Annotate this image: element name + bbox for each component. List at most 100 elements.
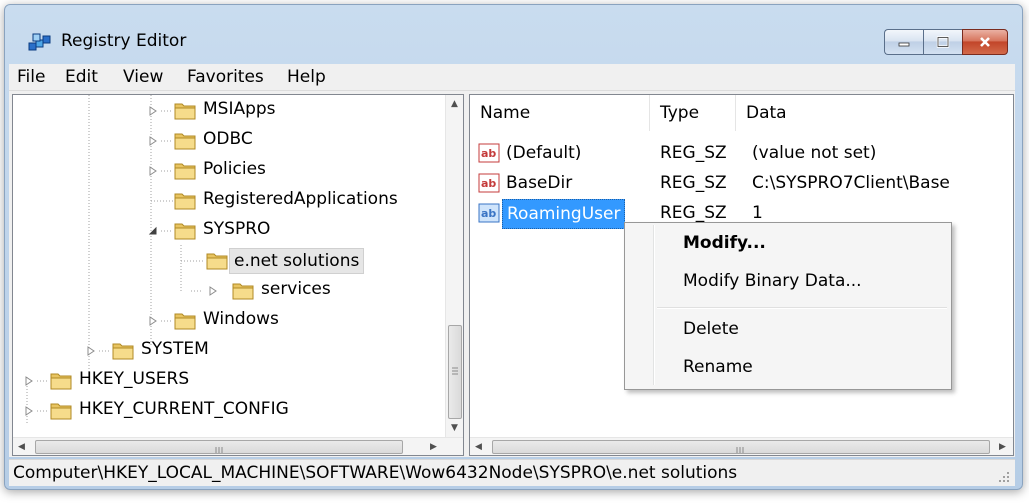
scroll-right-arrow-icon[interactable]: ▶ <box>994 438 1011 455</box>
folder-icon <box>174 193 196 210</box>
close-button[interactable] <box>962 29 1008 55</box>
value-name: RoamingUser <box>502 199 626 229</box>
scrollbar-thumb[interactable] <box>448 325 462 419</box>
tree-item-hkey-current-config[interactable]: HKEY_CURRENT_CONFIG <box>13 397 433 425</box>
menu-item-rename[interactable]: Rename <box>683 353 753 381</box>
tree-item-msiapps[interactable]: MSIApps <box>13 97 433 125</box>
tree-item-label: MSIApps <box>203 99 276 119</box>
value-name: (Default) <box>506 143 582 163</box>
svg-text:ab: ab <box>481 177 496 190</box>
folder-icon <box>206 253 228 270</box>
maximize-button[interactable] <box>923 29 962 55</box>
menu-bar: File Edit View Favorites Help <box>9 64 1015 91</box>
title-bar[interactable]: Registry Editor <box>5 5 1022 61</box>
menu-file[interactable]: File <box>17 67 45 87</box>
column-header-data[interactable]: Data <box>736 95 1013 131</box>
folder-icon <box>174 103 196 120</box>
column-header-type[interactable]: Type <box>650 95 736 131</box>
expand-arrow-icon[interactable] <box>148 136 158 146</box>
folder-icon <box>50 403 72 420</box>
tree-item-system[interactable]: SYSTEM <box>13 337 433 365</box>
tree-item-odbc[interactable]: ODBC <box>13 127 433 155</box>
tree-item-label: HKEY_USERS <box>79 369 190 389</box>
minimize-button[interactable] <box>884 29 923 55</box>
column-header-name[interactable]: Name <box>470 95 650 131</box>
list-row-basedir[interactable]: ab BaseDir REG_SZ C:\SYSPRO7Client\Base <box>470 169 1013 197</box>
context-menu: Modify... Modify Binary Data... Delete R… <box>624 222 952 390</box>
tree-item-label: services <box>261 279 331 299</box>
tree-item-label: e.net solutions <box>229 248 365 274</box>
resize-grip-icon[interactable] <box>997 470 1011 484</box>
scrollbar-thumb[interactable] <box>35 440 403 454</box>
tree-item-services[interactable]: services <box>13 277 433 305</box>
grip-lines-icon <box>452 367 458 375</box>
expand-arrow-icon[interactable] <box>24 376 34 386</box>
collapse-arrow-icon[interactable] <box>148 226 158 236</box>
expand-arrow-icon[interactable] <box>148 316 158 326</box>
folder-icon <box>174 223 196 240</box>
folder-icon <box>112 343 134 360</box>
svg-text:ab: ab <box>481 147 496 160</box>
svg-text:ab: ab <box>481 207 496 220</box>
list-horizontal-scrollbar[interactable]: ◀ ▶ <box>470 437 1013 455</box>
tree-item-label: SYSTEM <box>141 339 209 359</box>
tree-item-label: Windows <box>203 309 279 329</box>
string-value-icon: ab <box>478 143 500 163</box>
key-tree-pane[interactable]: MSIApps ODBC Policies RegisteredApplicat… <box>12 94 464 456</box>
grip-lines-icon <box>215 447 223 453</box>
value-name: BaseDir <box>506 173 573 193</box>
value-data: C:\SYSPRO7Client\Base <box>752 173 950 193</box>
tree-item-label: RegisteredApplications <box>203 189 398 209</box>
string-value-icon: ab <box>478 203 500 223</box>
tree-item-registeredapplications[interactable]: RegisteredApplications <box>13 187 433 215</box>
tree-item-hkey-users[interactable]: HKEY_USERS <box>13 367 433 395</box>
list-row-default[interactable]: ab (Default) REG_SZ (value not set) <box>470 139 1013 167</box>
folder-icon <box>232 283 254 300</box>
scroll-right-arrow-icon[interactable]: ▶ <box>425 438 442 455</box>
folder-icon <box>174 313 196 330</box>
minimize-icon <box>898 42 910 47</box>
expand-arrow-icon[interactable] <box>24 406 34 416</box>
menu-item-modify-binary-data[interactable]: Modify Binary Data... <box>683 267 862 295</box>
window-title: Registry Editor <box>61 31 187 51</box>
tree-item-windows[interactable]: Windows <box>13 307 433 335</box>
tree-vertical-scrollbar[interactable]: ▲ ▼ <box>445 95 463 437</box>
folder-icon <box>174 163 196 180</box>
tree-item-policies[interactable]: Policies <box>13 157 433 185</box>
menu-edit[interactable]: Edit <box>65 67 98 87</box>
tree-item-label: Policies <box>203 159 266 179</box>
registry-editor-icon <box>28 33 51 51</box>
tree-item-label: SYSPRO <box>203 219 271 239</box>
tree-item-label: HKEY_CURRENT_CONFIG <box>79 399 289 419</box>
caption-buttons <box>884 29 1008 55</box>
menu-gutter <box>653 225 655 385</box>
tree-item-e-net-solutions[interactable]: e.net solutions <box>13 247 433 275</box>
maximize-icon <box>936 36 950 48</box>
scroll-down-arrow-icon[interactable]: ▼ <box>446 419 463 436</box>
menu-item-delete[interactable]: Delete <box>683 315 739 343</box>
scrollbar-thumb[interactable] <box>492 440 990 454</box>
menu-item-modify[interactable]: Modify... <box>683 229 766 257</box>
value-type: REG_SZ <box>660 143 727 163</box>
scroll-left-arrow-icon[interactable]: ◀ <box>13 438 30 455</box>
tree-item-syspro[interactable]: SYSPRO <box>13 217 433 245</box>
tree-horizontal-scrollbar[interactable]: ◀ ▶ <box>13 437 463 455</box>
menu-favorites[interactable]: Favorites <box>187 67 264 87</box>
value-data: (value not set) <box>752 143 877 163</box>
status-bar: Computer\HKEY_LOCAL_MACHINE\SOFTWARE\Wow… <box>9 459 1015 486</box>
current-key-path: Computer\HKEY_LOCAL_MACHINE\SOFTWARE\Wow… <box>13 463 738 483</box>
expand-arrow-icon[interactable] <box>86 346 96 356</box>
expand-arrow-icon[interactable] <box>148 166 158 176</box>
menu-separator <box>657 307 947 309</box>
string-value-icon: ab <box>478 173 500 193</box>
folder-icon <box>174 133 196 150</box>
close-icon <box>980 37 990 47</box>
menu-view[interactable]: View <box>123 67 163 87</box>
scroll-up-arrow-icon[interactable]: ▲ <box>446 95 463 112</box>
expand-arrow-icon[interactable] <box>148 106 158 116</box>
menu-help[interactable]: Help <box>287 67 326 87</box>
tree-item-label: ODBC <box>203 129 253 149</box>
scroll-left-arrow-icon[interactable]: ◀ <box>470 438 487 455</box>
expand-arrow-icon[interactable] <box>208 286 218 296</box>
folder-icon <box>50 373 72 390</box>
